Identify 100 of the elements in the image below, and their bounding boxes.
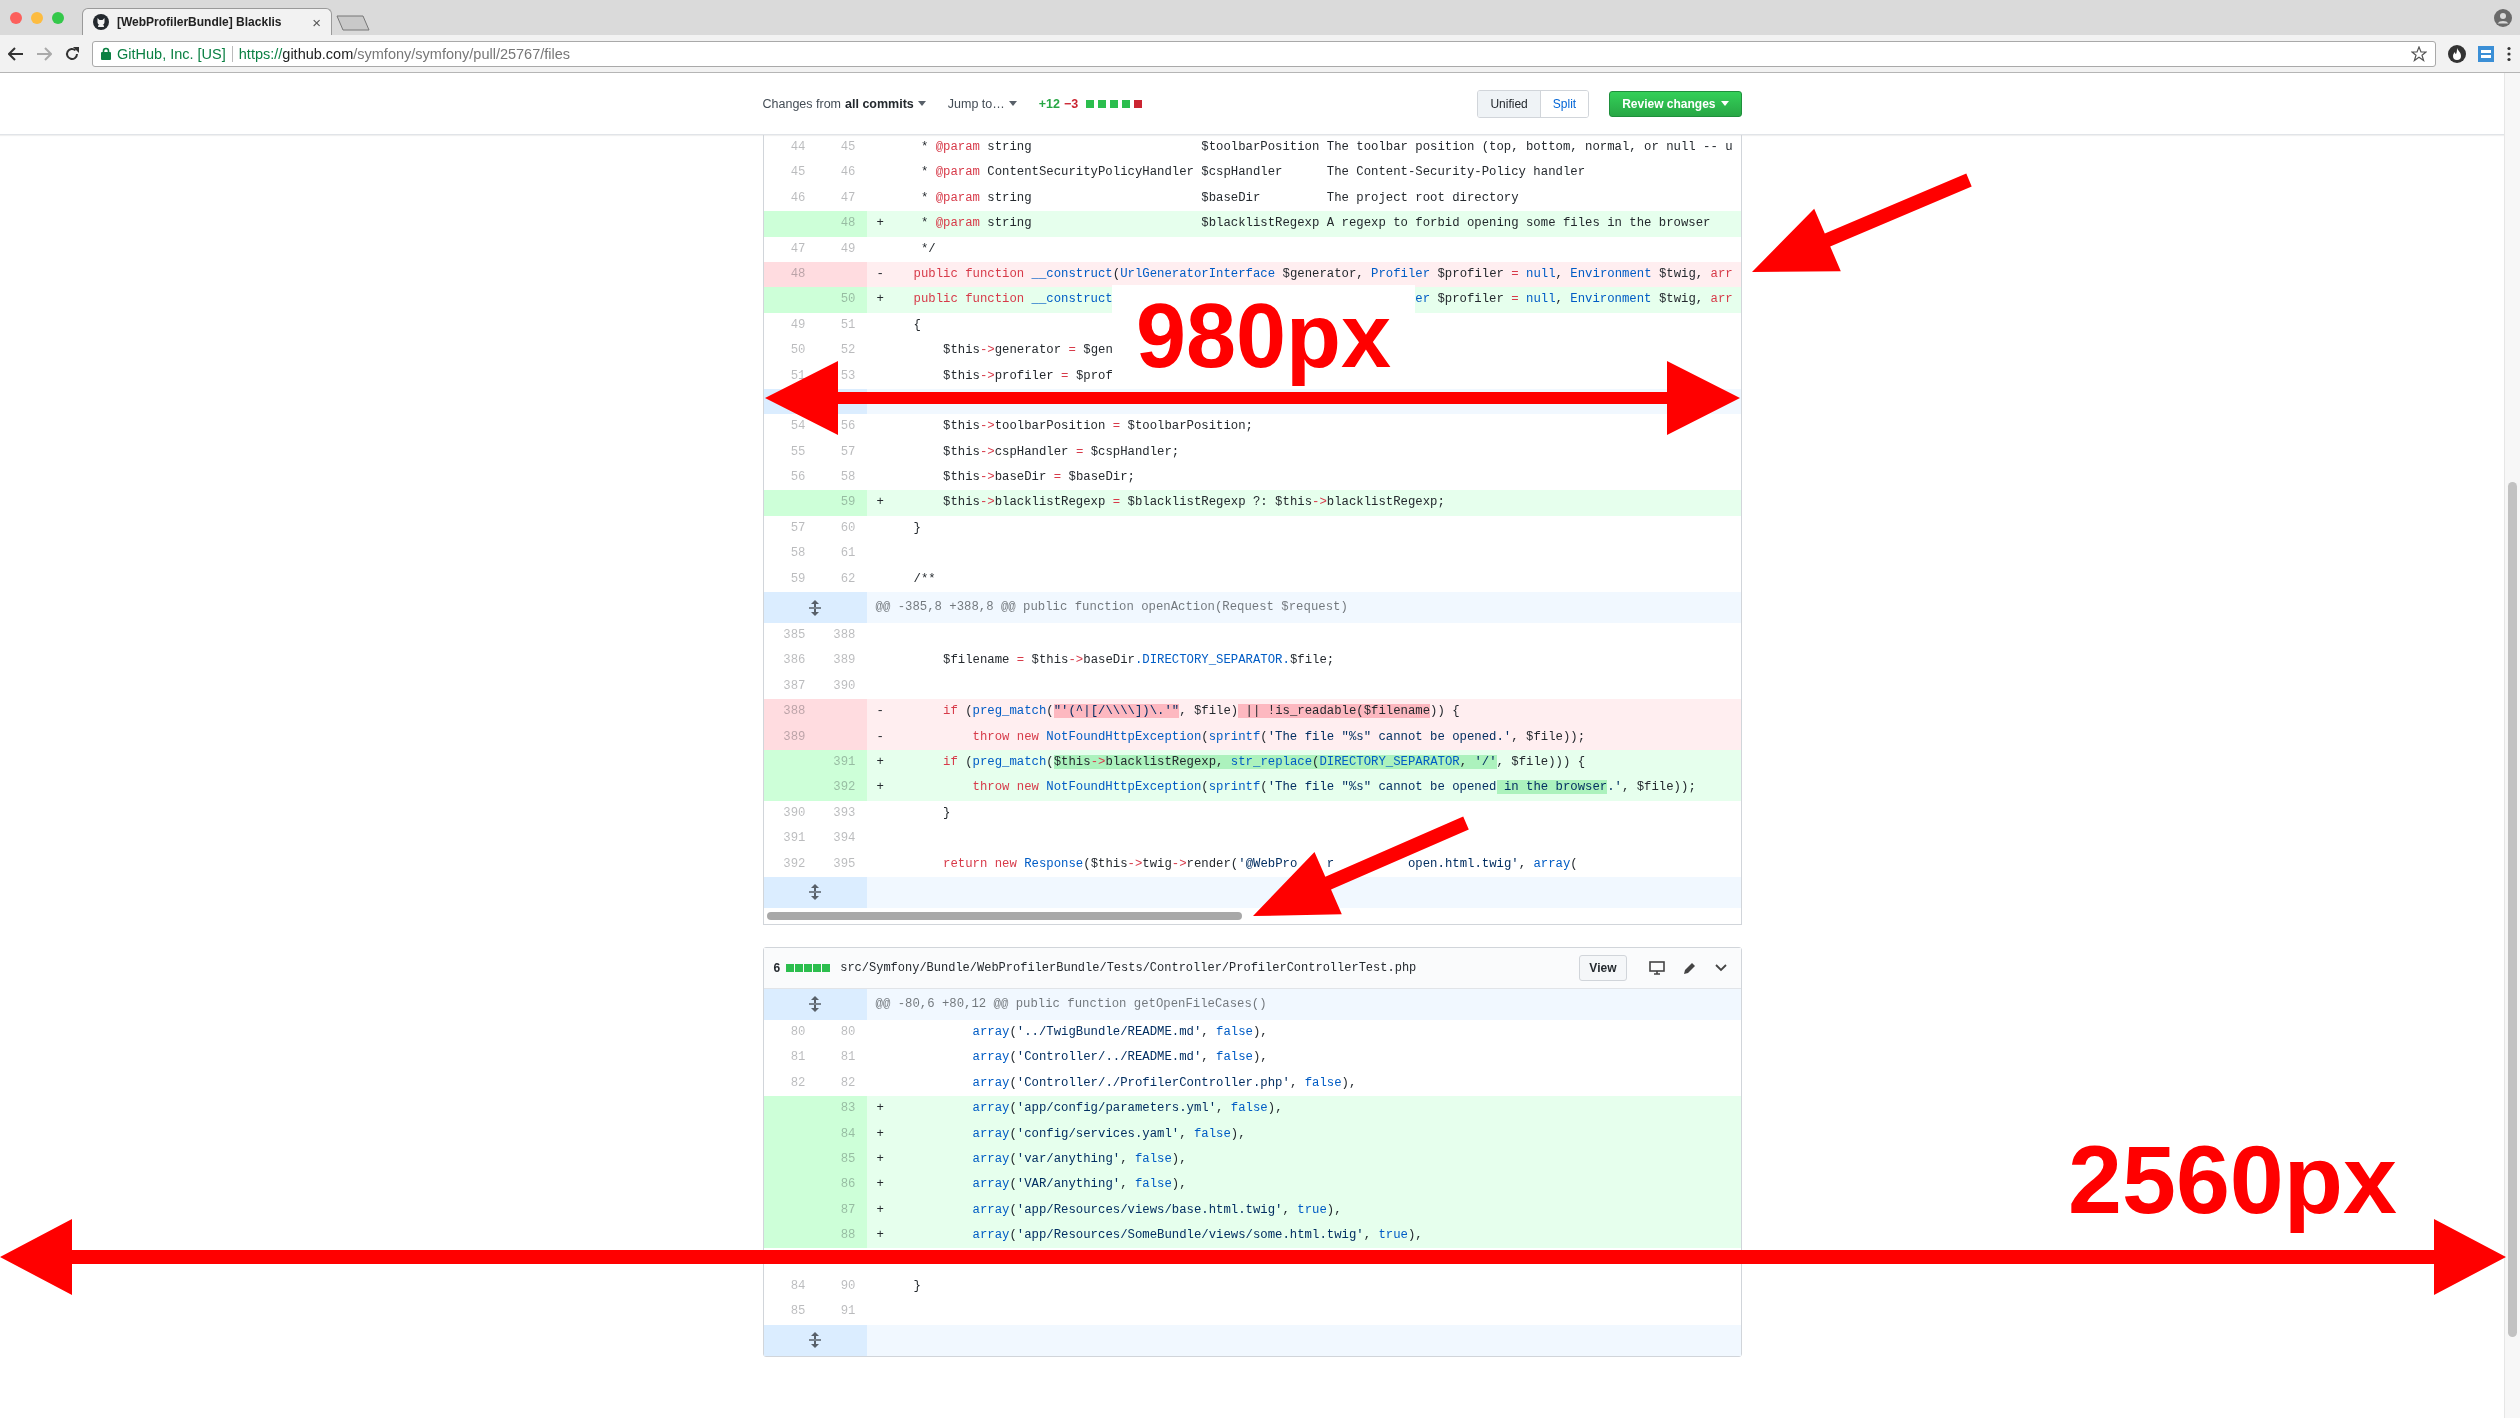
line-number: 59 <box>816 490 867 516</box>
caret-icon <box>1720 101 1729 106</box>
view-mode-button[interactable]: Split <box>1539 90 1589 117</box>
line-number: 389 <box>763 724 817 750</box>
diffstat-square <box>822 963 831 972</box>
code-line: } <box>942 804 951 822</box>
line-number: 83 <box>816 1096 867 1122</box>
profile-icon[interactable] <box>2494 8 2512 27</box>
code-line: { <box>913 316 921 334</box>
line-number: 84 <box>789 1277 807 1295</box>
line-number: 91 <box>839 1303 857 1321</box>
line-number: 86 <box>816 1172 867 1198</box>
diffstat-square <box>795 963 804 972</box>
diff-marker: + <box>876 1100 885 1118</box>
line-number: 390 <box>782 804 807 822</box>
diff-marker: + <box>876 1176 885 1194</box>
line-number: 48 <box>763 261 817 288</box>
reload-icon[interactable] <box>64 45 80 62</box>
code-line: */ <box>919 240 936 258</box>
diff-marker: - <box>876 703 885 721</box>
chevron-icon[interactable] <box>1714 963 1727 972</box>
diff-marker: - <box>876 265 885 283</box>
line-number: 54 <box>789 418 807 436</box>
code-line: $this->baseDir = $baseDir; <box>942 469 1135 487</box>
line-number: 47 <box>839 189 857 207</box>
line-number: 58 <box>839 469 857 487</box>
line-number: 60 <box>839 519 857 537</box>
diff-marker: + <box>876 1150 885 1168</box>
additions-count: +12 <box>1038 96 1060 111</box>
diffstat-square <box>1134 99 1143 108</box>
code-line: public function __construct(UrlGeneratorInterface $generator, Profiler $profiler = null, Environment $twig, arr <box>913 265 1733 283</box>
new-tab-button[interactable] <box>336 15 370 31</box>
caret-icon <box>917 101 926 106</box>
tab-close-button[interactable]: × <box>312 13 321 31</box>
jump-to-dropdown[interactable]: Jump to… <box>947 96 1017 111</box>
line-number: 56 <box>839 418 857 436</box>
star-icon[interactable] <box>2411 45 2427 62</box>
browser-tab[interactable]: [WebProfilerBundle] Blacklis × <box>82 8 332 35</box>
code-line: array('app/Resources/SomeBundle/views/some.html.twig', true), <box>971 1227 1423 1245</box>
pencil-icon[interactable] <box>1682 960 1697 975</box>
diff-marker: + <box>876 494 885 512</box>
scrollbar-thumb[interactable] <box>766 911 1242 920</box>
caret-icon <box>1008 101 1017 106</box>
code-line: array('Controller/../README.md', false), <box>971 1049 1268 1067</box>
line-number: 45 <box>789 164 807 182</box>
line-number: 395 <box>832 855 857 873</box>
diffstat-square <box>813 963 822 972</box>
expand-icon[interactable] <box>808 1332 822 1349</box>
line-number: 50 <box>789 342 807 360</box>
line-number: 82 <box>839 1074 857 1092</box>
code-line: $this->blacklistRegexp = $blacklistRegexp ?: $this->blacklistRegexp; <box>942 494 1445 512</box>
code-line: $this->toolbarPosition = $toolbarPosition; <box>942 418 1253 436</box>
file-path[interactable]: src/Symfony/Bundle/WebProfilerBundle/Tests/Controller/ProfilerControllerTest.php <box>840 960 1574 975</box>
line-number: 85 <box>789 1303 807 1321</box>
code-line: * @param string $baseDir The project root directory <box>919 189 1519 207</box>
menu-icon[interactable] <box>2506 45 2512 62</box>
line-number: 389 <box>832 652 857 670</box>
line-number: 61 <box>839 545 857 563</box>
line-number: 388 <box>763 699 817 725</box>
code-line: array('../TwigBundle/README.md', false), <box>971 1023 1268 1041</box>
line-number: 387 <box>782 677 807 695</box>
line-number: 57 <box>839 443 857 461</box>
code-line: if (preg_match($this->blacklistRegexp, str_replace(DIRECTORY_SEPARATOR, '/', $file))) { <box>942 753 1586 771</box>
code-line: array('app/Resources/views/base.html.twig', true), <box>971 1201 1342 1219</box>
line-number: 80 <box>839 1023 857 1041</box>
code-line: return new Response($this->twig->render('@WebPro r open.html.twig', array( <box>942 855 1578 873</box>
line-number: 388 <box>832 627 857 645</box>
diff-marker: + <box>876 291 885 309</box>
view-button[interactable]: View <box>1579 954 1627 981</box>
diff-marker: + <box>876 1201 885 1219</box>
diffstat-square <box>1098 99 1107 108</box>
gutter-cell <box>816 261 867 288</box>
scrollbar-thumb[interactable] <box>2508 482 2517 1337</box>
line-number: 392 <box>816 775 867 801</box>
line-number: 386 <box>782 652 807 670</box>
flame-icon[interactable] <box>2448 44 2466 63</box>
back-icon[interactable] <box>8 46 24 61</box>
address-bar[interactable]: GitHub, Inc. [US] https://github.com/symfony/symfony/pull/25767/files <box>92 40 2436 67</box>
gutter-cell <box>763 287 817 313</box>
line-number: 57 <box>789 519 807 537</box>
expand-icon[interactable] <box>808 599 822 616</box>
code-line: * @param string $blacklistRegexp A regexp to forbid opening some files in the browser <box>919 215 1711 233</box>
line-number: 394 <box>832 830 857 848</box>
code-line: * @param string $toolbarPosition The toolbar position (top, bottom, normal, or null -- u <box>919 139 1733 156</box>
view-mode-button[interactable]: Unified <box>1478 90 1540 117</box>
code-line: $this->cspHandler = $cspHandler; <box>942 443 1180 461</box>
code-line: } <box>913 1277 921 1295</box>
changes-from-dropdown[interactable]: Changes from all commits <box>762 96 926 111</box>
monitor-icon[interactable] <box>1648 960 1665 975</box>
line-number: 81 <box>839 1049 857 1067</box>
line-number: 44 <box>789 139 807 156</box>
diff-marker: - <box>876 728 885 746</box>
line-number: 88 <box>816 1223 867 1249</box>
expand-icon[interactable] <box>808 996 822 1013</box>
expand-icon[interactable] <box>808 884 822 901</box>
code-line: } <box>913 519 921 537</box>
code-line: $this->generator = $gen <box>942 342 1113 360</box>
tab-title: [WebProfilerBundle] Blacklis <box>117 15 283 29</box>
extension-icon[interactable] <box>2478 45 2494 62</box>
diffstat-square <box>1086 99 1095 108</box>
